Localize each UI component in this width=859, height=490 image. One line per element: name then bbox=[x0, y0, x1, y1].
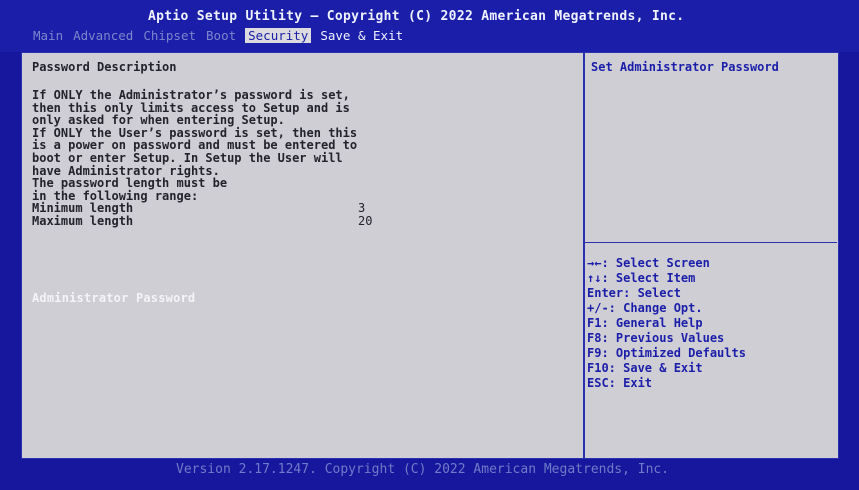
tab-chipset[interactable]: Chipset bbox=[142, 28, 197, 43]
description-line: only asked for when entering Setup. bbox=[32, 113, 285, 128]
description-line: boot or enter Setup. In Setup the User w… bbox=[32, 150, 343, 165]
description-line: The password length must be bbox=[32, 176, 228, 191]
tab-advanced[interactable]: Advanced bbox=[72, 28, 134, 43]
tab-boot[interactable]: Boot bbox=[205, 28, 237, 43]
key-help-line: F9: Optimized Defaults bbox=[587, 346, 746, 360]
administrator-password-item[interactable]: Administrator Password bbox=[32, 291, 195, 305]
key-help-line: ↑↓: Select Item bbox=[587, 271, 696, 285]
description-line: If ONLY the Administrator’s password is … bbox=[32, 88, 350, 102]
key-help-line: →←: Select Screen bbox=[587, 256, 710, 270]
tab-main[interactable]: Main bbox=[32, 28, 64, 43]
security-settings: Password Description If ONLY the Adminis… bbox=[32, 60, 580, 228]
tab-security[interactable]: Security bbox=[245, 28, 312, 43]
key-help-line: Enter: Select bbox=[587, 286, 681, 300]
maximum-length-label: Maximum length bbox=[32, 213, 134, 228]
maximum-length-value: 20 bbox=[358, 213, 373, 228]
help-title: Set Administrator Password bbox=[591, 60, 779, 74]
key-help-line: ESC: Exit bbox=[587, 376, 653, 390]
bios-title: Aptio Setup Utility – Copyright (C) 2022… bbox=[148, 9, 685, 24]
key-help-line: F10: Save & Exit bbox=[587, 361, 703, 375]
status-bar: Version 2.17.1247. Copyright (C) 2022 Am… bbox=[0, 459, 859, 490]
tab-save-exit[interactable]: Save & Exit bbox=[319, 28, 404, 43]
panel-divider bbox=[583, 53, 585, 458]
key-help-line: +/-: Change Opt. bbox=[587, 301, 703, 315]
menu-tabs: Main Advanced Chipset Boot Security Save… bbox=[32, 28, 412, 43]
title-bar: Aptio Setup Utility – Copyright (C) 2022… bbox=[0, 0, 859, 52]
version-text: Version 2.17.1247. Copyright (C) 2022 Am… bbox=[176, 462, 670, 477]
help-separator bbox=[585, 242, 837, 243]
key-help: →←: Select Screen ↑↓: Select Item Enter:… bbox=[587, 256, 746, 391]
key-help-line: F8: Previous Values bbox=[587, 331, 725, 345]
setup-panel: Password Description If ONLY the Adminis… bbox=[21, 52, 839, 459]
maximum-length-row: Maximum length 20 bbox=[32, 215, 580, 228]
password-description-heading: Password Description bbox=[32, 60, 177, 74]
key-help-line: F1: General Help bbox=[587, 316, 703, 330]
